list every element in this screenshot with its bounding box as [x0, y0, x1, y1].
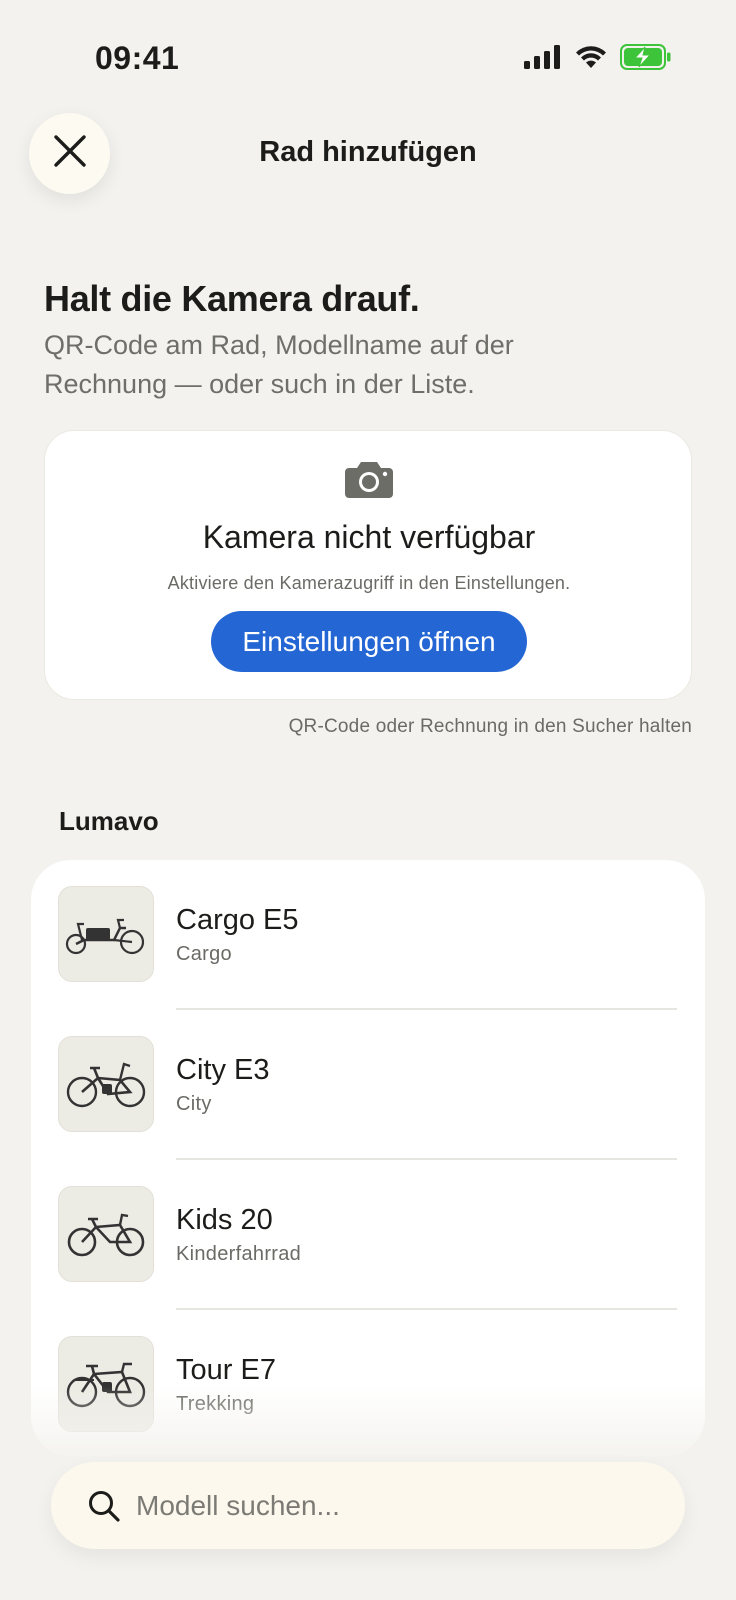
list-item[interactable]: City E3 City — [31, 1010, 705, 1160]
bike-type: Kinderfahrrad — [176, 1243, 302, 1265]
camera-unavailable-card: Kamera nicht verfügbar Aktiviere den Kam… — [44, 430, 692, 700]
finder-hint: QR-Code oder Rechnung in den Sucher halt… — [288, 716, 692, 737]
search-bar[interactable] — [51, 1462, 685, 1549]
brand-label: Lumavo — [59, 806, 159, 836]
bike-type: City — [176, 1093, 212, 1115]
wifi-icon — [574, 44, 608, 70]
bike-name: Cargo E5 — [176, 904, 299, 936]
bike-name: Kids 20 — [176, 1204, 273, 1236]
intro-subtext: QR-Code am Rad, Modellname auf der Rechn… — [44, 330, 514, 399]
headline: Halt die Kamera drauf. — [44, 278, 420, 319]
list-item[interactable]: Kids 20 Kinderfahrrad — [31, 1160, 705, 1310]
status-bar: 09:41 — [0, 0, 736, 120]
cargo-bike-icon — [58, 886, 154, 982]
bike-type: Cargo — [176, 943, 232, 965]
page-title: Rad hinzufügen — [259, 136, 477, 168]
kids-bike-icon — [58, 1186, 154, 1282]
list-fade — [31, 1386, 705, 1456]
city-bike-icon — [58, 1036, 154, 1132]
search-icon — [87, 1489, 121, 1528]
status-time: 09:41 — [95, 40, 180, 76]
open-settings-button[interactable]: Einstellungen öffnen — [211, 611, 527, 672]
battery-charging-icon — [620, 44, 672, 70]
camera-hint: Aktiviere den Kamerazugriff in den Einst… — [167, 573, 571, 593]
bike-name: Tour E7 — [176, 1354, 276, 1386]
camera-icon — [344, 459, 394, 504]
bike-list: Cargo E5 Cargo City E3 City Kids 20 Kind… — [31, 860, 705, 1456]
bike-name: City E3 — [176, 1054, 270, 1086]
camera-title: Kamera nicht verfügbar — [202, 519, 536, 555]
cellular-signal-icon — [524, 45, 562, 69]
list-item[interactable]: Cargo E5 Cargo — [31, 860, 705, 1010]
search-input[interactable] — [136, 1462, 656, 1549]
status-icons — [524, 44, 672, 70]
